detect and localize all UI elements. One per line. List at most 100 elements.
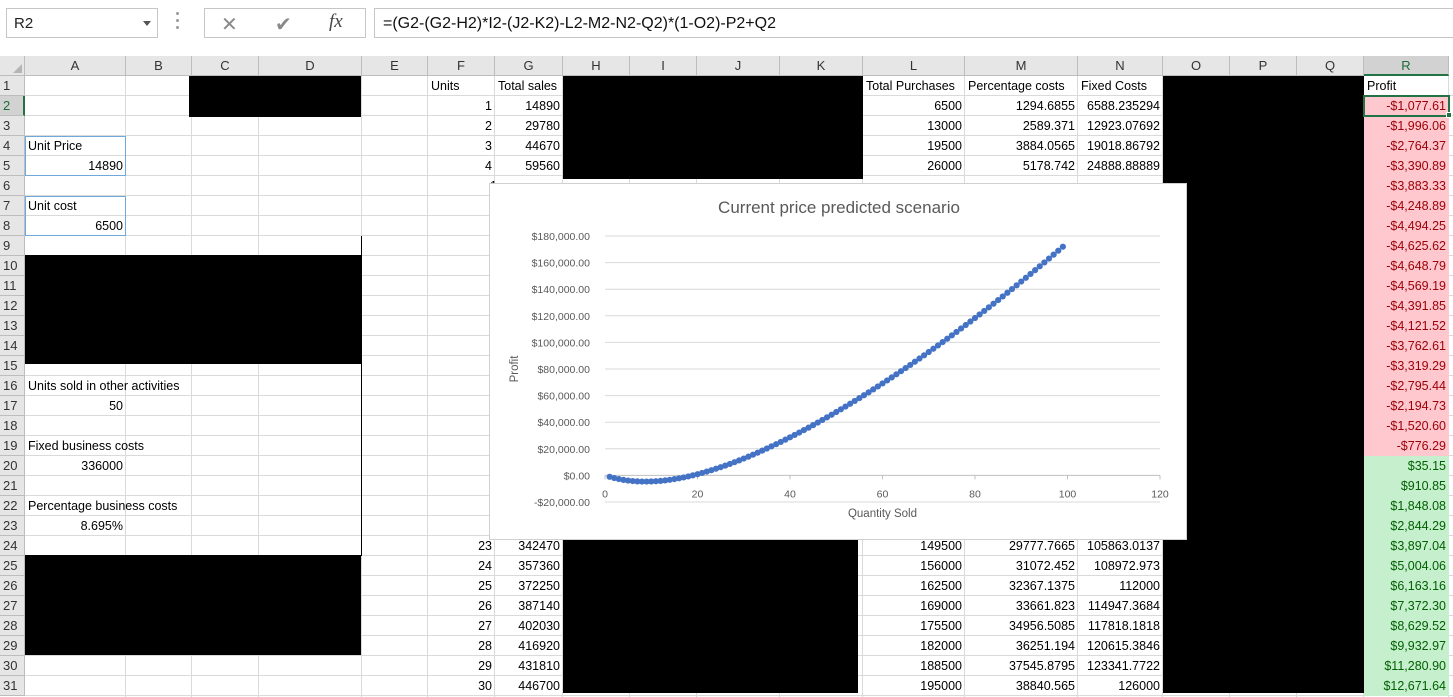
row-header-8[interactable]: 8	[0, 216, 25, 236]
total-purchases-cell[interactable]: 19500	[863, 136, 965, 156]
column-header-p[interactable]: P	[1230, 56, 1297, 76]
percentage-costs-cell[interactable]: 34956.5085	[965, 616, 1078, 636]
column-header-c[interactable]: C	[192, 56, 259, 76]
row-header-15[interactable]: 15	[0, 356, 25, 376]
row-header-19[interactable]: 19	[0, 436, 25, 456]
profit-cell[interactable]: $3,897.04	[1364, 536, 1449, 556]
column-header-o[interactable]: O	[1163, 56, 1230, 76]
profit-cell[interactable]: -$4,648.79	[1364, 256, 1449, 276]
total-sales-cell[interactable]: 387140	[495, 596, 563, 616]
column-header-a[interactable]: A	[25, 56, 126, 76]
total-purchases-cell[interactable]: 195000	[863, 676, 965, 696]
row-header-13[interactable]: 13	[0, 316, 25, 336]
profit-cell[interactable]: $6,163.16	[1364, 576, 1449, 596]
column-header-n[interactable]: N	[1078, 56, 1163, 76]
profit-cell[interactable]: -$4,391.85	[1364, 296, 1449, 316]
units-cell[interactable]: 29	[428, 656, 495, 676]
fixed-costs-cell[interactable]: 24888.88889	[1078, 156, 1163, 176]
percentage-costs-cell[interactable]: 38840.565	[965, 676, 1078, 696]
total-sales-cell[interactable]: 446700	[495, 676, 563, 696]
profit-cell[interactable]: $1,848.08	[1364, 496, 1449, 516]
enter-icon[interactable]: ✔	[275, 12, 292, 37]
row-header-17[interactable]: 17	[0, 396, 25, 416]
profit-cell[interactable]: -$2,194.73	[1364, 396, 1449, 416]
row-header-9[interactable]: 9	[0, 236, 25, 256]
column-header-b[interactable]: B	[126, 56, 192, 76]
profit-cell[interactable]: -$3,762.61	[1364, 336, 1449, 356]
pct-costs-value[interactable]: 8.695%	[25, 516, 126, 536]
row-header-26[interactable]: 26	[0, 576, 25, 596]
row-header-28[interactable]: 28	[0, 616, 25, 636]
percentage-costs-cell[interactable]: 33661.823	[965, 596, 1078, 616]
total-purchases-cell[interactable]: 169000	[863, 596, 965, 616]
row-header-14[interactable]: 14	[0, 336, 25, 356]
profit-cell[interactable]: $2,844.29	[1364, 516, 1449, 536]
column-header-f[interactable]: F	[428, 56, 495, 76]
row-header-1[interactable]: 1	[0, 76, 25, 96]
profit-cell[interactable]: $7,372.30	[1364, 596, 1449, 616]
fixed-costs-cell[interactable]: 19018.86792	[1078, 136, 1163, 156]
fixed-costs-cell[interactable]: 108972.973	[1078, 556, 1163, 576]
profit-cell[interactable]: -$3,390.89	[1364, 156, 1449, 176]
row-header-22[interactable]: 22	[0, 496, 25, 516]
row-header-12[interactable]: 12	[0, 296, 25, 316]
total-sales-cell[interactable]: 357360	[495, 556, 563, 576]
profit-cell[interactable]: -$2,764.37	[1364, 136, 1449, 156]
column-header-m[interactable]: M	[965, 56, 1078, 76]
total-purchases-cell[interactable]: 6500	[863, 96, 965, 116]
column-header-i[interactable]: I	[630, 56, 697, 76]
units-cell[interactable]: 28	[428, 636, 495, 656]
row-header-16[interactable]: 16	[0, 376, 25, 396]
total-purchases-cell[interactable]: 182000	[863, 636, 965, 656]
fixed-costs-cell[interactable]: 123341.7722	[1078, 656, 1163, 676]
chart[interactable]: Current price predicted scenario -$20,000…	[489, 183, 1187, 540]
units-cell[interactable]: 25	[428, 576, 495, 596]
row-header-4[interactable]: 4	[0, 136, 25, 156]
row-header-25[interactable]: 25	[0, 556, 25, 576]
total-sales-cell[interactable]: 372250	[495, 576, 563, 596]
profit-cell[interactable]: -$4,569.19	[1364, 276, 1449, 296]
profit-cell[interactable]: $9,932.97	[1364, 636, 1449, 656]
chevron-down-icon[interactable]	[143, 21, 151, 26]
row-header-10[interactable]: 10	[0, 256, 25, 276]
total-purchases-cell[interactable]: 175500	[863, 616, 965, 636]
total-sales-cell[interactable]: 14890	[495, 96, 563, 116]
pct-costs-label[interactable]: Percentage business costs	[25, 496, 259, 516]
units-other-value[interactable]: 50	[25, 396, 126, 416]
percentage-costs-cell[interactable]: 32367.1375	[965, 576, 1078, 596]
fixed-costs-cell[interactable]: 6588.235294	[1078, 96, 1163, 116]
total-sales-cell[interactable]: 431810	[495, 656, 563, 676]
total-purchases-cell[interactable]: 13000	[863, 116, 965, 136]
fixed-costs-label[interactable]: Fixed business costs	[25, 436, 259, 456]
total-sales-cell[interactable]: 44670	[495, 136, 563, 156]
units-other-label[interactable]: Units sold in other activities	[25, 376, 259, 396]
units-cell[interactable]: 4	[428, 156, 495, 176]
total-purchases-cell[interactable]: 162500	[863, 576, 965, 596]
total-sales-cell[interactable]: 402030	[495, 616, 563, 636]
units-cell[interactable]: 24	[428, 556, 495, 576]
units-cell[interactable]: 30	[428, 676, 495, 696]
row-header-11[interactable]: 11	[0, 276, 25, 296]
percentage-costs-cell[interactable]: 5178.742	[965, 156, 1078, 176]
name-box[interactable]: R2	[6, 8, 158, 38]
fixed-costs-cell[interactable]: 112000	[1078, 576, 1163, 596]
row-header-30[interactable]: 30	[0, 656, 25, 676]
profit-cell[interactable]: -$3,883.33	[1364, 176, 1449, 196]
profit-cell[interactable]: $8,629.52	[1364, 616, 1449, 636]
profit-cell[interactable]: $35.15	[1364, 456, 1449, 476]
row-header-20[interactable]: 20	[0, 456, 25, 476]
profit-cell[interactable]: -$4,248.89	[1364, 196, 1449, 216]
column-header-j[interactable]: J	[697, 56, 780, 76]
profit-cell[interactable]: -$4,494.25	[1364, 216, 1449, 236]
total-purchases-cell[interactable]: 188500	[863, 656, 965, 676]
fixed-costs-cell[interactable]: 12923.07692	[1078, 116, 1163, 136]
column-header-l[interactable]: L	[863, 56, 965, 76]
insert-function-icon[interactable]: fx	[329, 11, 343, 33]
profit-cell[interactable]: -$1,996.06	[1364, 116, 1449, 136]
profit-cell[interactable]: $12,671.64	[1364, 676, 1449, 696]
header-percentage-costs[interactable]: Percentage costs	[965, 76, 1078, 96]
header-units[interactable]: Units	[428, 76, 495, 96]
row-header-18[interactable]: 18	[0, 416, 25, 436]
percentage-costs-cell[interactable]: 31072.452	[965, 556, 1078, 576]
column-header-d[interactable]: D	[259, 56, 362, 76]
